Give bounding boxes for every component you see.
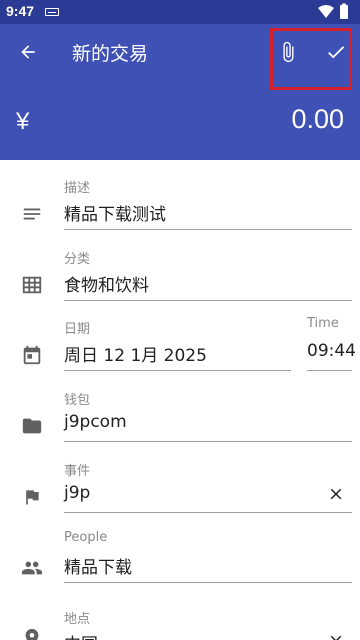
clear-location-button[interactable] [322,627,350,640]
category-label: 分类 [64,252,91,267]
attach-button[interactable] [272,34,304,70]
time-label: Time [307,316,339,331]
arrow-back-icon [21,45,35,59]
app-bar: 新的交易 ¥ 0.00 [0,24,360,160]
status-time: 9:47 [6,3,35,19]
description-underline [64,229,352,230]
location-field[interactable]: 中国 [64,630,98,640]
category-underline [64,300,352,301]
time-field[interactable]: 09:44 [307,341,356,361]
location-label: 地点 [64,612,91,627]
date-underline [64,370,291,371]
amount-value[interactable]: 0.00 [291,104,344,135]
people-label: People [64,530,108,545]
wallet-field[interactable]: j9pcom [64,412,127,432]
time-underline [307,370,352,371]
paperclip-icon [283,41,294,63]
category-field[interactable]: 食物和饮料 [64,271,149,296]
close-icon [330,488,342,500]
notes-icon [20,202,44,226]
close-icon [330,635,342,640]
date-field[interactable]: 周日 12 1月 2025 [64,341,207,366]
transaction-form: 描述 精品下载测试 分类 食物和饮料 日期 周日 12 1月 2025 Time… [0,160,360,640]
description-field[interactable]: 精品下载测试 [64,200,166,225]
event-label: 事件 [64,464,91,479]
wifi-icon [318,3,348,19]
event-underline [64,512,352,513]
page-title: 新的交易 [72,43,149,65]
flag-icon [20,485,44,509]
battery-icon [340,5,348,19]
people-underline [64,582,352,583]
status-icons [316,3,352,21]
date-label: 日期 [64,322,91,337]
people-field[interactable]: 精品下载 [64,553,132,578]
people-icon [20,556,44,580]
back-button[interactable] [10,34,46,70]
category-grid-icon [20,273,44,297]
check-icon [328,46,345,59]
description-label: 描述 [64,181,91,196]
wallet-underline [64,441,352,442]
keyboard-icon [45,8,59,16]
location-pin-icon [20,626,44,640]
event-field[interactable]: j9p [64,483,90,503]
clear-event-button[interactable] [322,480,350,508]
folder-icon [20,414,44,438]
calendar-icon [20,343,44,367]
wallet-label: 钱包 [64,393,91,408]
status-bar: 9:47 [0,0,360,24]
confirm-button[interactable] [318,34,354,70]
currency-symbol[interactable]: ¥ [16,108,29,136]
